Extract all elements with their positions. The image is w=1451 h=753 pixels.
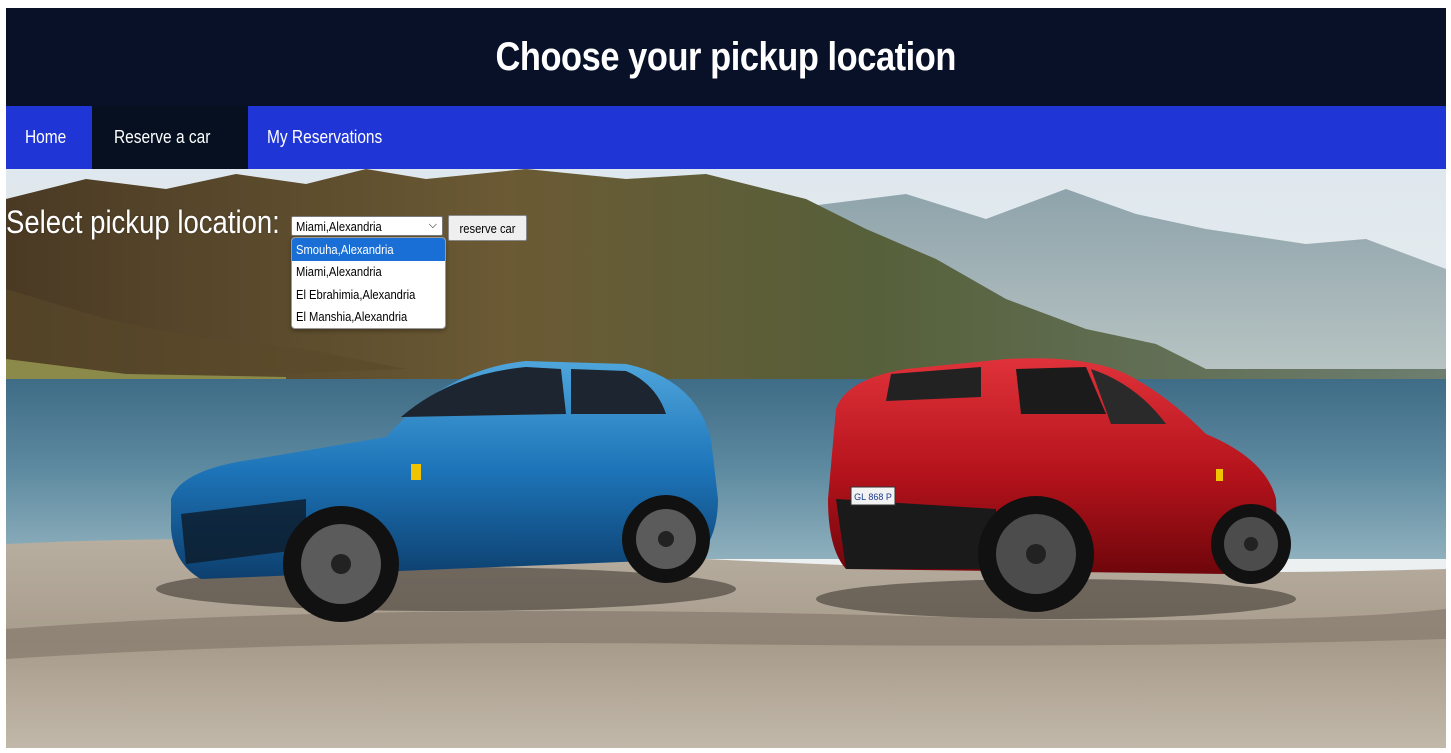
location-option-miami[interactable]: Miami,Alexandria <box>292 261 445 284</box>
nav-reserve-a-car[interactable]: Reserve a car <box>92 106 249 169</box>
license-plate: GL 868 P <box>854 492 892 502</box>
nav-bar: Home Reserve a car My Reservations <box>6 106 1446 169</box>
location-dropdown-list: Smouha,Alexandria Miami,Alexandria El Eb… <box>291 237 446 329</box>
page-header: Choose your pickup location <box>6 8 1446 106</box>
nav-home[interactable]: Home <box>6 106 92 169</box>
pickup-location-select[interactable]: Miami,Alexandria ⌵ <box>291 216 443 236</box>
reserve-car-button[interactable]: reserve car <box>448 215 528 241</box>
selected-location: Miami,Alexandria <box>296 218 382 234</box>
page-title: Choose your pickup location <box>495 34 957 79</box>
car-landscape-image: GL 868 P <box>6 169 1446 748</box>
hero-background: GL 868 P Select pickup location: Miami,A… <box>6 169 1446 748</box>
location-option-el-ebrahimia[interactable]: El Ebrahimia,Alexandria <box>292 283 445 306</box>
location-option-el-manshia[interactable]: El Manshia,Alexandria <box>292 306 445 329</box>
pickup-location-label: Select pickup location: <box>6 204 280 240</box>
chevron-down-icon: ⌵ <box>428 219 437 231</box>
nav-my-reservations[interactable]: My Reservations <box>248 106 420 169</box>
pickup-location-form: Select pickup location: Miami,Alexandria… <box>6 204 528 241</box>
location-option-smouha[interactable]: Smouha,Alexandria <box>292 238 445 261</box>
app-frame: Choose your pickup location Home Reserve… <box>6 8 1446 748</box>
